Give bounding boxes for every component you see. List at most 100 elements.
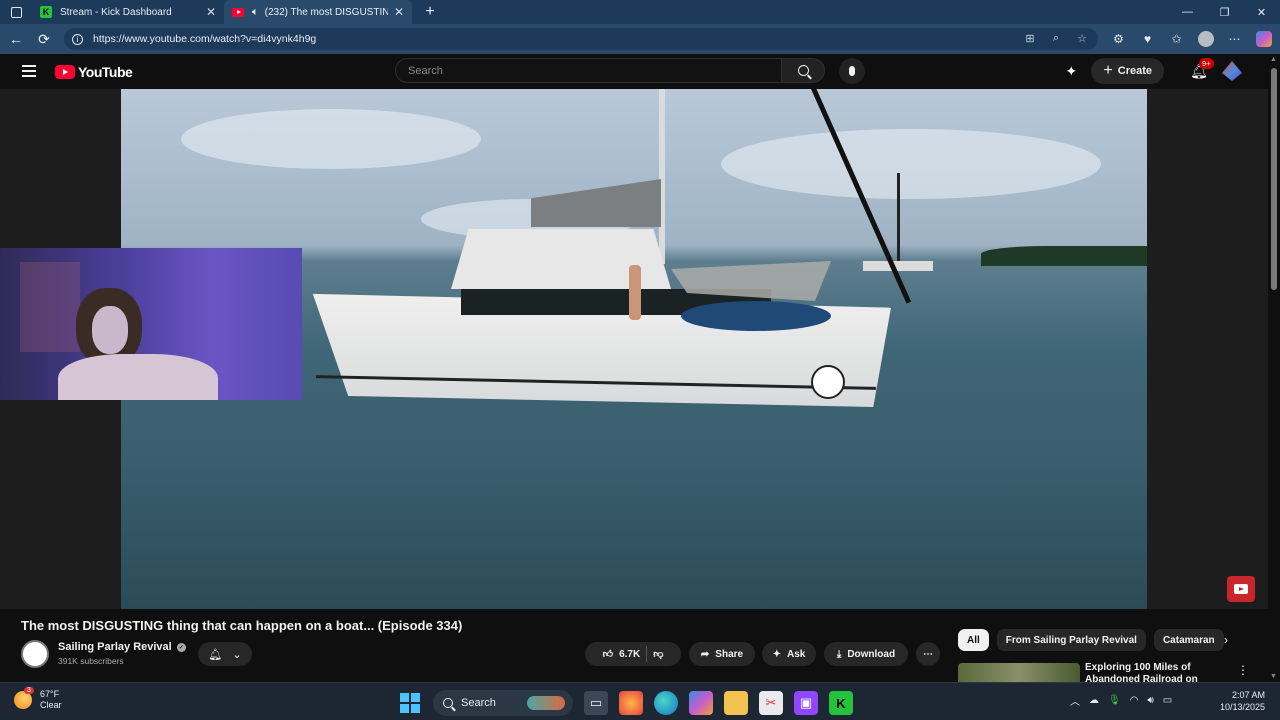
close-window-button[interactable]: ✕ [1243, 0, 1280, 24]
snipping-tool-icon[interactable]: ✂ [759, 691, 783, 715]
share-button[interactable]: ➦ Share [689, 642, 755, 666]
battery-icon[interactable]: ▭ [1163, 695, 1172, 706]
app-available-icon[interactable]: ⊞ [1022, 32, 1038, 45]
youtube-header: YouTube Search ✦ + Create 🔔︎ 9+ [0, 54, 1280, 89]
tab-kick-dashboard[interactable]: K Stream - Kick Dashboard ✕ [32, 0, 224, 24]
youtube-icon [232, 7, 244, 17]
like-button[interactable]: 👍︎ 6.7K [603, 648, 641, 661]
site-info-icon[interactable]: i [72, 33, 83, 45]
chevron-right-icon[interactable]: › [1224, 633, 1228, 647]
url-field[interactable]: i https://www.youtube.com/watch?v=di4vyn… [64, 28, 1098, 50]
share-icon: ➦ [700, 648, 710, 660]
page-scrollbar[interactable]: ▲ ▼ [1268, 54, 1280, 682]
chip-all[interactable]: All [958, 629, 989, 651]
favorites-icon[interactable]: ✩ [1162, 30, 1191, 48]
ask-button[interactable]: ✦ Ask [762, 642, 816, 666]
download-icon: ⤓ [836, 648, 842, 660]
chip-catamaran[interactable]: Catamaran [1153, 629, 1224, 651]
share-label: Share [715, 648, 744, 660]
copilot-app-icon[interactable] [689, 691, 713, 715]
taskbar-search[interactable]: Search [433, 690, 573, 716]
windows-icon [400, 693, 420, 713]
search-highlight-icon [527, 696, 565, 710]
twitch-icon[interactable]: ▣ [794, 691, 818, 715]
taskbar-apps: Search ▭ ✂ ▣ K [398, 690, 853, 716]
channel-name[interactable]: Sailing Parlay Revival [58, 641, 172, 653]
edge-icon[interactable] [654, 691, 678, 715]
create-button[interactable]: + Create [1091, 58, 1164, 84]
minimize-button[interactable]: — [1169, 0, 1206, 24]
background-decor [20, 262, 80, 352]
download-label: Download [847, 648, 896, 660]
copilot-icon[interactable] [1249, 30, 1278, 48]
system-tray: ︿ ☁ 🎙︎ ◠ 🔊︎ ▭ [1070, 693, 1172, 708]
back-button[interactable]: ← [2, 31, 30, 47]
search-icon [443, 698, 453, 708]
channel-avatar[interactable] [21, 640, 49, 668]
voice-search-button[interactable] [839, 58, 865, 84]
browser-tab-strip: K Stream - Kick Dashboard ✕ 🔈︎ (232) The… [0, 0, 1280, 24]
dislike-button[interactable]: 👎︎ [653, 648, 663, 660]
youtube-play-icon [55, 65, 75, 79]
streamer-face [92, 306, 128, 354]
weather-condition: Clear [40, 700, 62, 710]
favorite-star-icon[interactable]: ☆ [1074, 32, 1090, 45]
microphone-icon[interactable]: 🎙︎ [1108, 695, 1121, 706]
subscriber-count: 391K subscribers [58, 656, 124, 666]
zoom-icon[interactable]: ⌕ [1048, 32, 1064, 45]
maximize-button[interactable]: ❐ [1206, 0, 1243, 24]
weather-widget[interactable]: 3 67°F Clear [14, 687, 62, 711]
youtube-logo[interactable]: YouTube [55, 64, 133, 80]
recommendation-chips: All From Sailing Parlay Revival Catamara… [958, 629, 1224, 651]
start-button[interactable] [398, 691, 422, 715]
chevron-up-icon[interactable]: ︿ [1070, 693, 1080, 708]
menu-icon[interactable] [22, 65, 36, 80]
temperature: 67°F [40, 689, 60, 699]
weather-badge: 3 [24, 687, 34, 694]
gemini-icon[interactable]: ✦ [1065, 63, 1081, 79]
extensions-icon[interactable]: ⚙ [1104, 30, 1133, 48]
scroll-up-icon[interactable]: ▲ [1270, 56, 1277, 63]
wifi-icon[interactable]: ◠ [1130, 695, 1139, 706]
account-avatar[interactable] [1222, 61, 1242, 81]
channel-name-row[interactable]: Sailing Parlay Revival ✓ [58, 641, 186, 653]
profile-avatar[interactable] [1191, 30, 1220, 48]
download-button[interactable]: ⤓ Download [824, 642, 908, 666]
search-input[interactable]: Search [395, 58, 782, 83]
microphone-icon [849, 66, 855, 76]
volume-icon[interactable]: 🔊︎ [1147, 695, 1153, 706]
recommendation-menu-icon[interactable]: ⋮ [1237, 663, 1249, 677]
recommended-video-title[interactable]: Exploring 100 Miles of Abandoned Railroa… [1085, 662, 1215, 682]
recommended-video-thumbnail[interactable] [958, 663, 1080, 683]
search-button[interactable] [781, 58, 825, 83]
scroll-down-icon[interactable]: ▼ [1270, 673, 1277, 680]
cloud-sync-icon[interactable]: ☁ [1089, 695, 1099, 706]
subscribe-watermark[interactable] [1227, 576, 1255, 602]
task-view-icon[interactable]: ▭ [584, 691, 608, 715]
search-placeholder: Search [408, 64, 443, 77]
taskbar-clock[interactable]: 2:07 AM 10/13/2025 [1211, 689, 1265, 713]
close-icon[interactable]: ✕ [206, 5, 216, 19]
tab-actions-icon[interactable] [0, 0, 32, 24]
scrollbar-thumb[interactable] [1271, 68, 1277, 290]
more-actions-button[interactable]: ⋯ [916, 642, 940, 666]
tab-title: (232) The most DISGUSTING [264, 6, 388, 18]
window-controls: — ❐ ✕ [1169, 0, 1280, 24]
subscription-bell-button[interactable]: 🔔︎ ⌄ [198, 642, 252, 666]
verified-icon: ✓ [176, 642, 186, 652]
tab-youtube-video[interactable]: 🔈︎ (232) The most DISGUSTING ✕ [224, 0, 412, 24]
new-tab-button[interactable]: + [418, 3, 442, 21]
furled-sail [531, 179, 661, 227]
more-menu-icon[interactable]: ⋯ [1220, 30, 1249, 48]
kick-app-icon[interactable]: K [829, 691, 853, 715]
sparkle-icon: ✦ [772, 648, 782, 660]
notifications-button[interactable]: 🔔︎ 9+ [1182, 57, 1216, 80]
file-explorer-icon[interactable] [724, 691, 748, 715]
chip-from-channel[interactable]: From Sailing Parlay Revival [996, 629, 1146, 651]
youtube-wordmark: YouTube [78, 64, 133, 80]
firefox-icon[interactable] [619, 691, 643, 715]
refresh-button[interactable]: ⟳ [30, 31, 58, 48]
close-icon[interactable]: ✕ [394, 5, 404, 19]
speaker-icon[interactable]: 🔈︎ [252, 6, 259, 19]
performance-icon[interactable]: ♥ [1133, 30, 1162, 48]
